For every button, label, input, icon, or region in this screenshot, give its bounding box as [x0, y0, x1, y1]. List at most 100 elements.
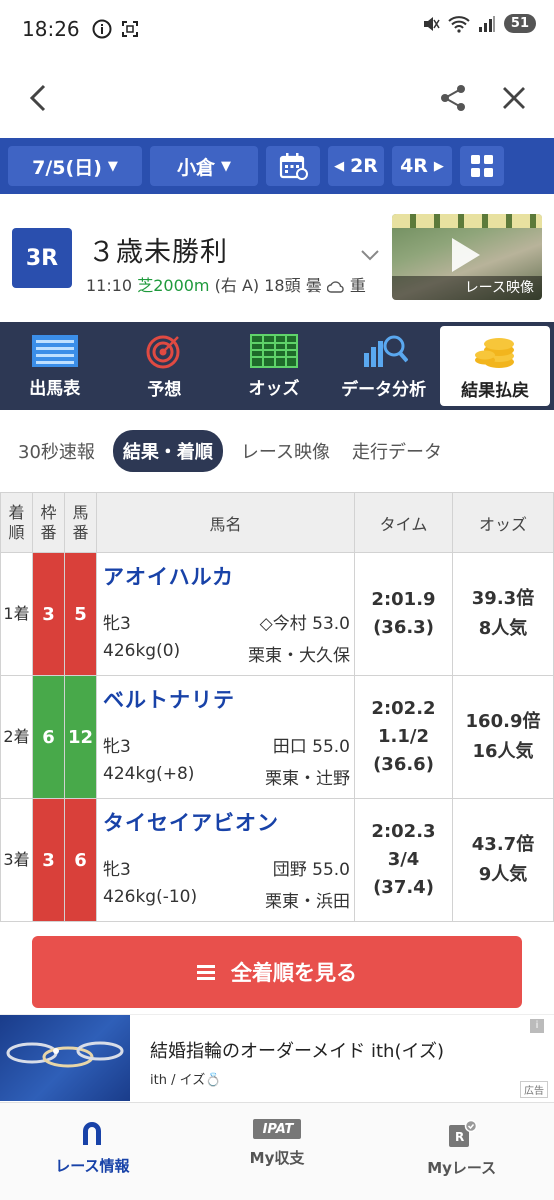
view-all-results-button[interactable]: 全着順を見る: [32, 936, 522, 1008]
menu-odds[interactable]: オッズ: [219, 322, 329, 410]
horse-trainer: 栗東・辻野: [265, 769, 350, 789]
odds-value: 43.7倍: [471, 834, 535, 855]
tab-results-order[interactable]: 結果・着順: [112, 430, 223, 472]
horse-name-link[interactable]: ベルトナリテ: [103, 684, 235, 714]
screenshot-icon: [121, 21, 138, 37]
odds-cell: 160.9倍 16人気: [452, 675, 554, 799]
ad-info-icon[interactable]: i: [530, 1019, 544, 1033]
odds-cell: 43.7倍 9人気: [452, 798, 554, 922]
waku-cell: 3: [32, 798, 65, 922]
race-selector-bar: 7/5(日) ▼ 小倉 ▼ ◀ 2R 4R ▶: [0, 138, 554, 194]
horse-weight: 426kg(0): [103, 641, 181, 661]
close-icon[interactable]: [502, 86, 526, 110]
horse-name-link[interactable]: タイセイアビオン: [103, 807, 279, 837]
calendar-button[interactable]: [266, 146, 320, 186]
race-card-icon: [31, 334, 78, 367]
race-menu-bar: 出馬表 予想 オッズ データ分析 結果払戻: [0, 322, 554, 410]
header-time: タイム: [354, 492, 453, 553]
menu-label: データ分析: [341, 379, 427, 400]
rank-cell: 2着: [0, 675, 33, 799]
odds-value: 39.3倍: [471, 588, 535, 609]
uma-cell: 12: [64, 675, 97, 799]
menu-label: 予想: [147, 379, 182, 400]
prev-race-button[interactable]: ◀ 2R: [328, 146, 384, 186]
signal-icon: [478, 15, 495, 32]
starting-gates-image: [392, 214, 542, 228]
table-header-row: 着順 枠番 馬番 馬名 タイム オッズ: [0, 492, 554, 553]
race-name: ３歳未勝利: [88, 237, 228, 268]
odds-cell: 39.3倍 8人気: [452, 552, 554, 676]
nav-my-race[interactable]: R Myレース: [369, 1103, 554, 1200]
ad-rings-image: [0, 1015, 130, 1101]
ad-banner[interactable]: 結婚指輪のオーダーメイド ith(イズ) ith / イズ💍 i 広告: [0, 1014, 554, 1101]
popularity: 16人気: [472, 741, 534, 762]
battery-level: 51: [503, 14, 536, 33]
menu-label: オッズ: [248, 378, 300, 399]
race-track-condition: 重: [349, 276, 366, 295]
uma-cell: 5: [64, 552, 97, 676]
race-video-thumbnail[interactable]: レース映像: [392, 214, 542, 300]
header-odds: オッズ: [452, 492, 554, 553]
top-nav: [0, 58, 554, 138]
margin: 1.1/2: [378, 726, 429, 747]
info-icon: [92, 19, 112, 39]
horse-name-link[interactable]: アオイハルカ: [103, 561, 234, 591]
waku-cell: 3: [32, 552, 65, 676]
share-icon[interactable]: [438, 83, 468, 113]
date-selector[interactable]: 7/5(日) ▼: [8, 146, 142, 186]
horse-sex-age: 牝3: [103, 737, 131, 757]
horse-jockey: 団野 55.0: [272, 860, 350, 880]
tab-race-video[interactable]: レース映像: [237, 432, 334, 470]
menu-results-payout[interactable]: 結果払戻: [440, 326, 550, 406]
next-race-label: 4R: [400, 155, 428, 177]
tab-running-data[interactable]: 走行データ: [348, 432, 446, 470]
menu-label: 結果払戻: [461, 380, 530, 401]
table-row[interactable]: 3着 3 6 タイセイアビオン 牝3 団野 55.0 426kg(-10) 栗東…: [0, 798, 554, 922]
race-number-badge: 3R: [12, 228, 72, 288]
horse-sex-age: 牝3: [103, 614, 131, 634]
status-bar: 18:26 51: [0, 0, 554, 58]
grid-icon: [471, 155, 493, 177]
menu-race-card[interactable]: 出馬表: [0, 322, 110, 410]
list-icon: [197, 965, 215, 980]
cloud-icon: [326, 280, 344, 293]
last-3f: (36.6): [373, 754, 434, 775]
chevron-down-icon[interactable]: [360, 248, 380, 262]
horse-cell: ベルトナリテ 牝3 田口 55.0 424kg(+8) 栗東・辻野: [96, 675, 355, 799]
nav-my-balance[interactable]: My収支: [185, 1103, 370, 1200]
horseshoe-icon: [83, 1122, 102, 1145]
prev-arrow-icon: ◀: [334, 158, 345, 174]
last-3f: (37.4): [373, 877, 434, 898]
finish-time: 2:02.3: [371, 821, 436, 842]
race-surface-distance: 芝2000m: [137, 276, 210, 295]
table-row[interactable]: 1着 3 5 アオイハルカ 牝3 ◇今村 53.0 426kg(0) 栗東・大久…: [0, 552, 554, 676]
menu-data-analysis[interactable]: データ分析: [329, 322, 439, 410]
horse-cell: アオイハルカ 牝3 ◇今村 53.0 426kg(0) 栗東・大久保: [96, 552, 355, 676]
back-arrow-icon[interactable]: [28, 84, 48, 112]
ad-tag: 広告: [520, 1081, 548, 1098]
menu-prediction[interactable]: 予想: [110, 322, 220, 410]
horse-trainer: 栗東・大久保: [248, 646, 350, 666]
nav-race-info[interactable]: レース情報: [0, 1103, 185, 1200]
race-header: 3R ３歳未勝利 11:10 芝2000m (右 A) 18頭 曇 重 レース映…: [0, 210, 554, 310]
nav-label: Myレース: [427, 1159, 497, 1177]
rank-cell: 3着: [0, 798, 33, 922]
race-weather: 曇: [305, 276, 322, 295]
tab-quick-report[interactable]: 30秒速報: [14, 432, 99, 470]
venue-selector[interactable]: 小倉 ▼: [150, 146, 258, 186]
dropdown-caret-icon: ▼: [221, 158, 231, 174]
wifi-icon: [448, 15, 470, 33]
horse-trainer: 栗東・浜田: [265, 892, 350, 912]
finish-time: 2:01.9: [371, 589, 436, 610]
date-label: 7/5(日): [32, 156, 102, 179]
horse-weight: 426kg(-10): [103, 887, 198, 907]
grid-menu-button[interactable]: [460, 146, 504, 186]
prev-race-label: 2R: [350, 155, 378, 177]
horse-jockey: ◇今村 53.0: [259, 614, 350, 634]
race-start-time: 11:10: [86, 276, 133, 295]
table-row[interactable]: 2着 6 12 ベルトナリテ 牝3 田口 55.0 424kg(+8) 栗東・辻…: [0, 675, 554, 799]
ad-brand: ith / イズ💍: [150, 1073, 222, 1088]
data-analysis-icon: [363, 335, 408, 367]
odds-value: 160.9倍: [465, 711, 541, 732]
next-race-button[interactable]: 4R ▶: [392, 146, 452, 186]
